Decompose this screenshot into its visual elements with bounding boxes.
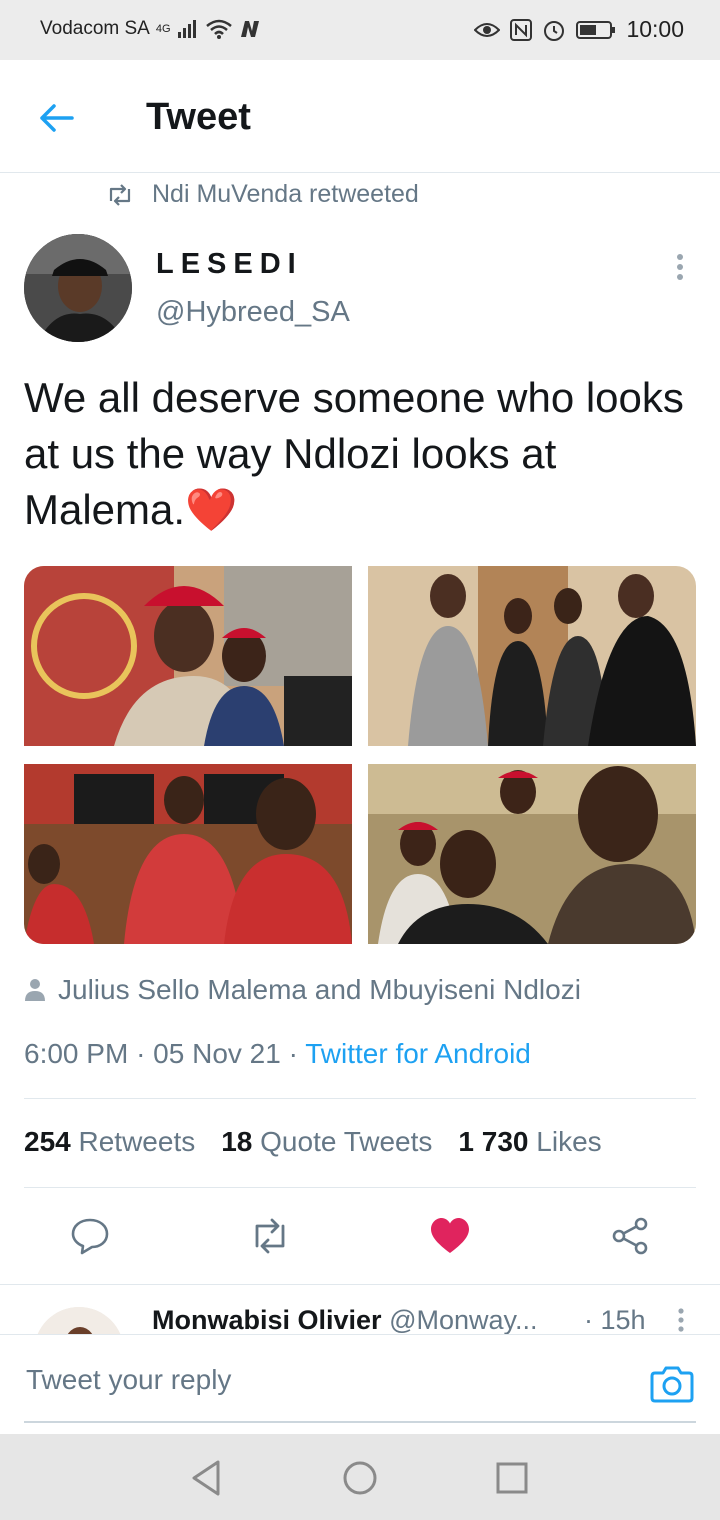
wifi-icon [205, 19, 232, 39]
tweet-photo-2[interactable] [368, 566, 696, 746]
network-type: 4G [155, 23, 171, 35]
author-name[interactable]: LESEDI [156, 248, 303, 281]
divider [24, 1098, 696, 1099]
carrier-label: Vodacom SA [40, 18, 150, 39]
camera-icon[interactable] [650, 1361, 694, 1405]
retweets-stat[interactable]: 254 Retweets [24, 1126, 195, 1158]
quotes-count: 18 [221, 1126, 253, 1157]
author-avatar[interactable] [24, 234, 132, 342]
alarm-icon [544, 20, 565, 41]
reply-time: · 15h [584, 1305, 646, 1335]
like-button[interactable] [422, 1208, 478, 1264]
reply-input-underline [24, 1421, 696, 1423]
tweet-stats: 254 Retweets 18 Quote Tweets 1 730 Likes [24, 1126, 602, 1158]
nav-recents-icon[interactable] [492, 1458, 532, 1498]
retweet-icon [109, 183, 131, 206]
retweet-context[interactable]: Ndi MuVenda retweeted [106, 180, 419, 209]
status-left: Vodacom SA 4G [40, 18, 261, 40]
page-title: Tweet [146, 96, 251, 138]
action-bar [0, 1208, 720, 1264]
tweet-meta: 6:00 PM · 05 Nov 21 · Twitter for Androi… [24, 1038, 531, 1070]
nav-home-icon[interactable] [340, 1458, 380, 1498]
reply-author-handle: @Monway... [389, 1305, 538, 1335]
nfc-icon [510, 18, 533, 41]
tweet-photo-1[interactable] [24, 566, 352, 746]
reply-preview[interactable]: Monwabisi Olivier @Monway... · 15h [0, 1284, 720, 1335]
retweet-icon [255, 1218, 285, 1254]
retweets-label: Retweets [78, 1126, 196, 1157]
reply-icon [71, 1218, 109, 1255]
eye-icon [474, 22, 501, 37]
person-icon [25, 979, 45, 1001]
retweets-count: 254 [24, 1126, 71, 1157]
status-bar: Vodacom SA 4G 10:00 [0, 0, 720, 60]
photo-grid [24, 566, 696, 944]
signal-icon [177, 20, 196, 38]
likes-count: 1 730 [458, 1126, 529, 1157]
reply-more-options-icon[interactable] [674, 1307, 688, 1335]
share-button[interactable] [602, 1208, 658, 1264]
tagged-people-text: Julius Sello Malema and Mbuyiseni Ndlozi [58, 974, 581, 1005]
status-right: 10:00 [474, 16, 684, 43]
tweet-time: 6:00 PM [24, 1038, 129, 1069]
retweet-button[interactable] [242, 1208, 298, 1264]
tweet-text: We all deserve someone who looks at us t… [24, 374, 684, 533]
tweet-photo-3[interactable] [24, 764, 352, 944]
back-arrow-icon[interactable] [36, 98, 76, 138]
retweet-context-text: Ndi MuVenda retweeted [152, 180, 419, 208]
reply-button[interactable] [62, 1208, 118, 1264]
likes-label: Likes [536, 1126, 602, 1157]
likes-stat[interactable]: 1 730 Likes [458, 1126, 601, 1158]
clock: 10:00 [626, 16, 684, 42]
quotes-label: Quote Tweets [260, 1126, 433, 1157]
author-handle[interactable]: @Hybreed_SA [156, 296, 350, 329]
reply-author[interactable]: Monwabisi Olivier @Monway... [152, 1305, 538, 1335]
divider [24, 1187, 696, 1188]
system-navigation-bar [0, 1434, 720, 1520]
heart-filled-icon [431, 1218, 469, 1253]
tagged-people[interactable]: Julius Sello Malema and Mbuyiseni Ndlozi [24, 974, 581, 1006]
quotes-stat[interactable]: 18 Quote Tweets [221, 1126, 432, 1158]
tweet-photo-4[interactable] [368, 764, 696, 944]
battery-icon [576, 20, 616, 39]
reply-author-name: Monwabisi Olivier [152, 1305, 382, 1335]
reply-avatar[interactable] [34, 1307, 124, 1335]
reply-input[interactable] [24, 1357, 628, 1403]
n-logo-icon [240, 21, 259, 37]
share-icon [612, 1217, 648, 1255]
tweet-source-link[interactable]: Twitter for Android [305, 1038, 531, 1069]
app-header: Tweet [0, 60, 720, 173]
tweet-date: 05 Nov 21 [153, 1038, 281, 1069]
reply-composer [0, 1334, 720, 1435]
more-options-icon[interactable] [670, 252, 690, 282]
meta-separator: · [288, 1038, 306, 1069]
meta-separator: · [136, 1038, 154, 1069]
nav-back-icon[interactable] [188, 1458, 228, 1498]
